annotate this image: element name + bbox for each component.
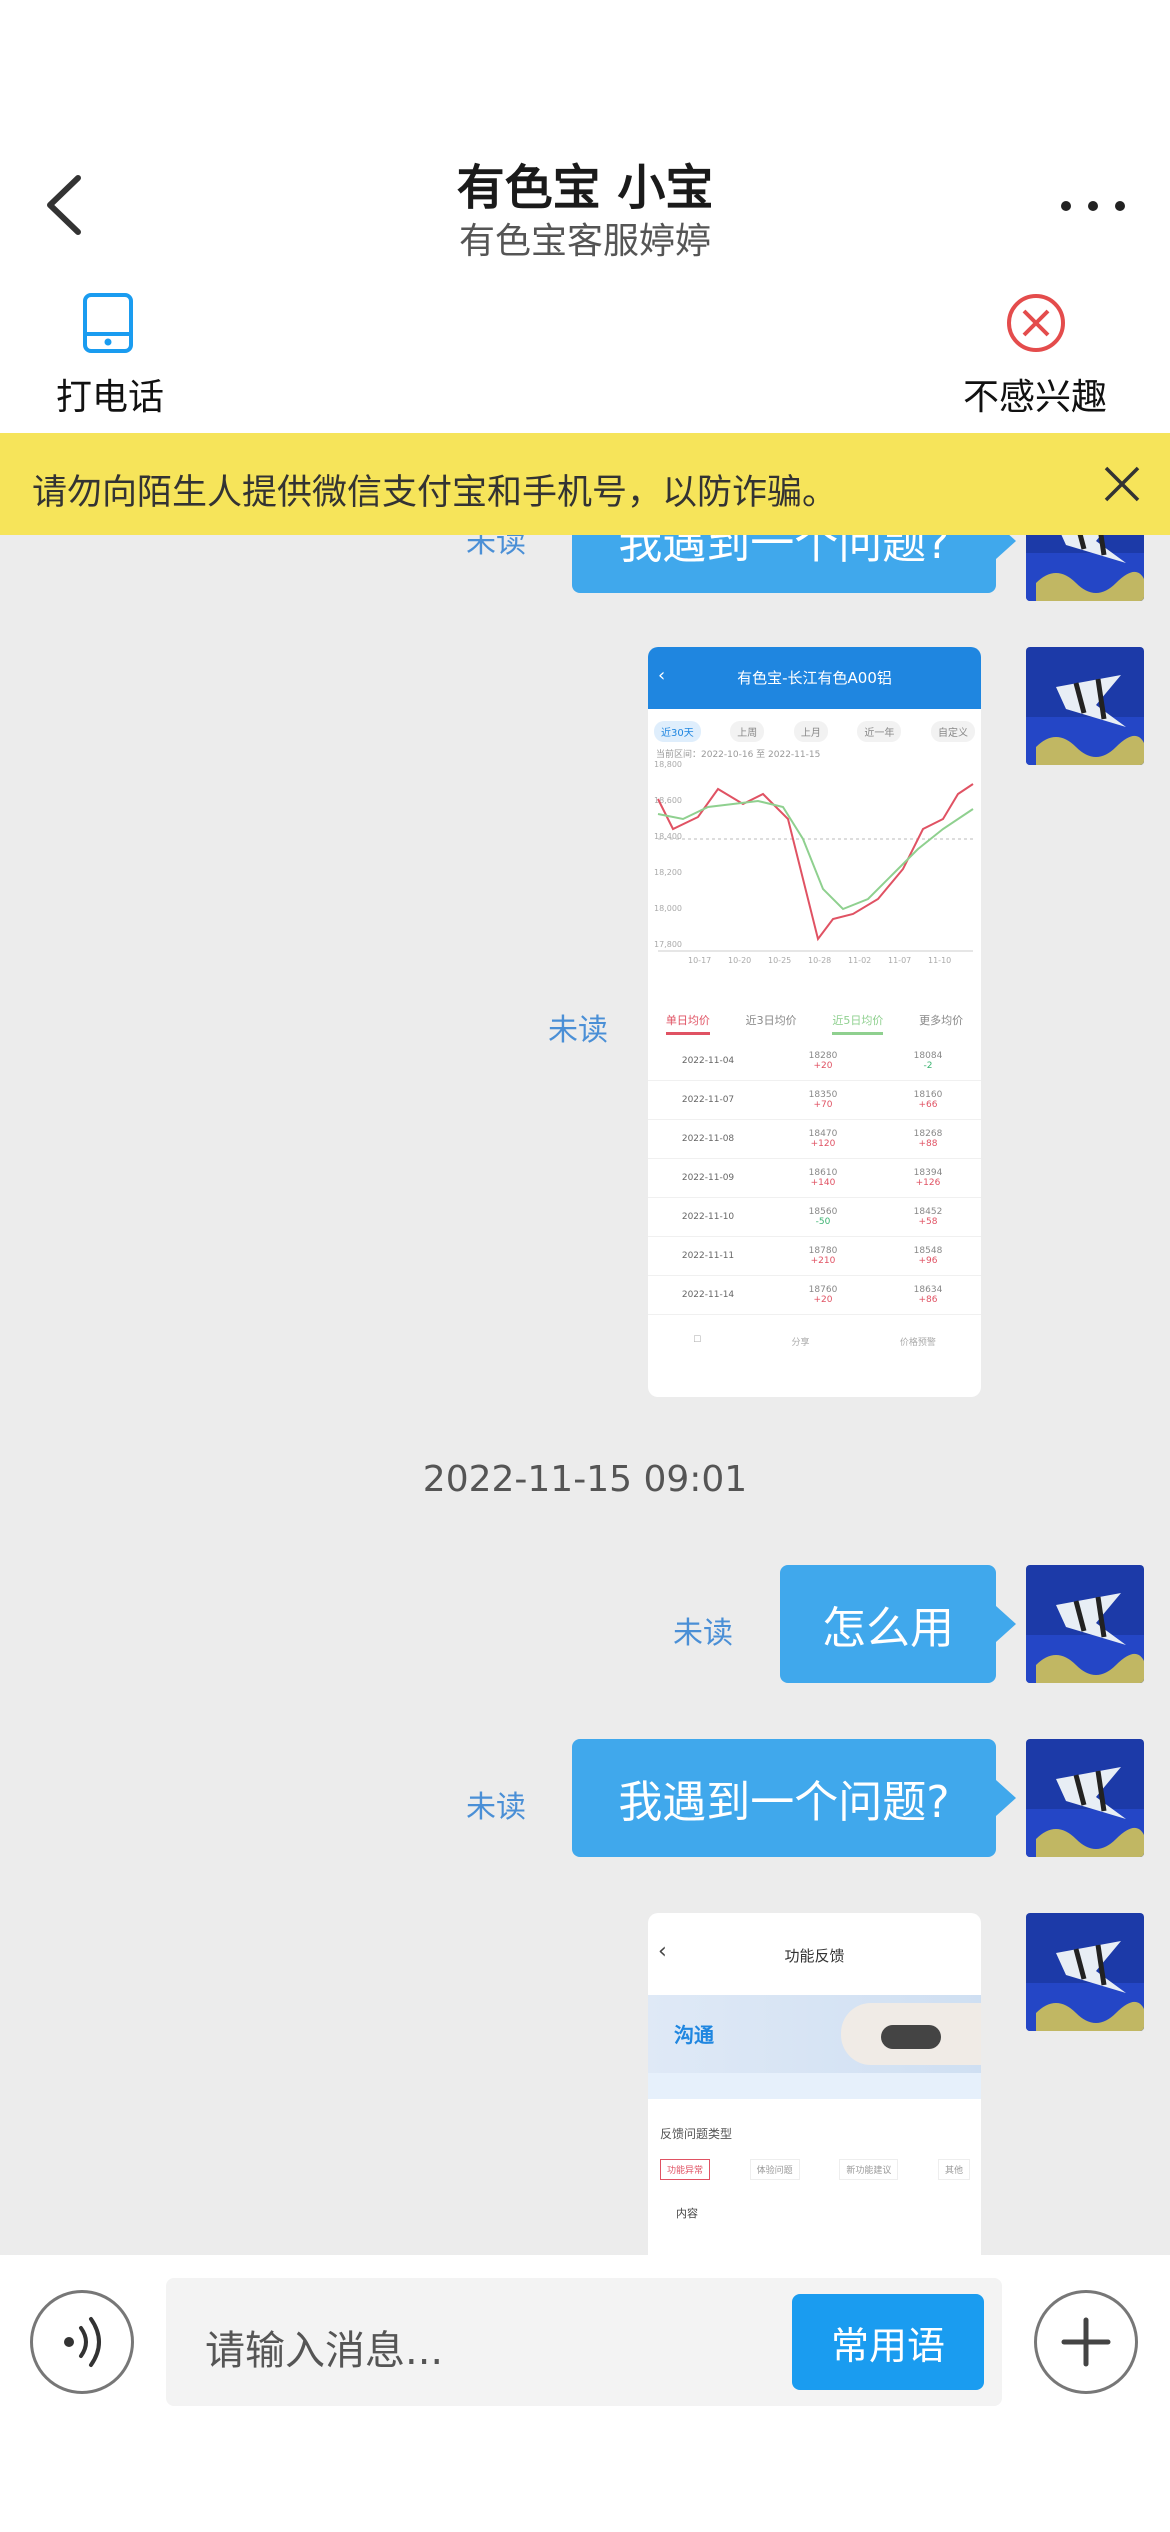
message-bubble[interactable]: 我遇到一个问题?: [572, 1739, 996, 1857]
common-phrases-button[interactable]: 常用语: [792, 2294, 984, 2390]
feedback-chips: 功能异常 体验问题 新功能建议 其他: [660, 2159, 970, 2180]
chat-area[interactable]: 未读 我遇到一个问题? 未读 ‹ 有色宝-长江有色A00铝 近30天 上周 上月…: [0, 535, 1170, 2255]
unread-status: 未读: [548, 1013, 608, 1048]
not-interested-label[interactable]: 不感兴趣: [950, 368, 1120, 420]
avatar[interactable]: [1026, 1565, 1144, 1683]
feedback-section-label: 反馈问题类型: [660, 2127, 733, 2141]
x-tick: 11-10: [928, 956, 951, 965]
more-actions-button[interactable]: [1034, 2290, 1138, 2394]
screenshot-tabs: 近30天 上周 上月 近一年 自定义: [654, 721, 975, 742]
call-button-label[interactable]: 打电话: [40, 368, 180, 420]
message-bubble[interactable]: 怎么用: [780, 1565, 996, 1683]
phone-call-icon[interactable]: [82, 292, 134, 354]
fish-avatar-icon: [1026, 535, 1144, 601]
green-price-line: [657, 799, 974, 911]
avatar[interactable]: [1026, 535, 1144, 601]
plus-icon: [1061, 2317, 1111, 2367]
message-timestamp: 2022-11-15 09:01: [422, 1459, 748, 1500]
avatar[interactable]: [1026, 1913, 1144, 2031]
y-tick: 18,800: [654, 760, 682, 769]
image-message-chart[interactable]: ‹ 有色宝-长江有色A00铝 近30天 上周 上月 近一年 自定义 当前区间：2…: [648, 647, 981, 1397]
feedback-content-label: 内容: [676, 2207, 698, 2220]
fish-avatar-icon: [1026, 1913, 1144, 2031]
chat-subtitle: 有色宝客服婷婷: [458, 221, 711, 262]
y-tick: 17,800: [654, 940, 682, 949]
fish-avatar-icon: [1026, 1565, 1144, 1683]
screenshot-table: 2022-11-04 18280 +20 18084 -2 2022-11-07 1…: [648, 1042, 981, 1315]
chat-title: 有色宝 小宝: [456, 160, 714, 216]
table-row: 2022-11-07 18350 +70 18160 +66: [648, 1081, 981, 1120]
x-tick: 11-02: [848, 956, 871, 965]
table-row: 2022-11-11 18780 +210 18548 +96: [648, 1237, 981, 1276]
feedback-hero: 沟通: [648, 1995, 981, 2073]
not-interested-icon[interactable]: [1005, 292, 1067, 354]
unread-status: 未读: [673, 1616, 733, 1651]
x-tick: 10-17: [688, 956, 711, 965]
x-tick: 11-07: [888, 956, 911, 965]
voice-button[interactable]: [30, 2290, 134, 2394]
screenshot-bottom-tabs: 单日均价 近3日均价 近5日均价 更多均价: [648, 1012, 981, 1035]
x-tick: 10-28: [808, 956, 831, 965]
unread-status: 未读: [466, 1790, 526, 1825]
screenshot-title: 有色宝-长江有色A00铝: [737, 669, 892, 687]
banner-text: 请勿向陌生人提供微信支付宝和手机号，以防诈骗。: [32, 473, 838, 513]
more-options-icon[interactable]: [1058, 196, 1128, 216]
bubble-tail: [996, 535, 1016, 559]
x-tick: 10-20: [728, 956, 751, 965]
y-tick: 18,400: [654, 832, 682, 841]
voice-icon: [64, 2317, 101, 2367]
avatar[interactable]: [1026, 1739, 1144, 1857]
message-bubble[interactable]: 我遇到一个问题?: [572, 535, 996, 593]
x-tick: 10-25: [768, 956, 791, 965]
screenshot-footer: ☐ 分享 价格预警: [693, 1335, 936, 1348]
avatar[interactable]: [1026, 647, 1144, 765]
table-row: 2022-11-10 18560 -50 18452 +58: [648, 1198, 981, 1237]
message-input-placeholder[interactable]: 请输入消息...: [205, 2318, 443, 2376]
price-chart: 18,800 18,600 18,400 18,200 18,000 17,80…: [654, 760, 974, 965]
unread-status: 未读: [466, 535, 526, 560]
feedback-notice-strip: [648, 2073, 981, 2099]
image-message-feedback[interactable]: ‹ 功能反馈 沟通 反馈问题类型 功能异常 体验问题 新功能建议 其他 内容: [648, 1913, 981, 2255]
y-tick: 18,200: [654, 868, 682, 877]
fish-avatar-icon: [1026, 647, 1144, 765]
table-row: 2022-11-09 18610 +140 18394 +126: [648, 1159, 981, 1198]
table-row: 2022-11-04 18280 +20 18084 -2: [648, 1042, 981, 1081]
close-icon[interactable]: [1100, 462, 1144, 506]
fish-avatar-icon: [1026, 1739, 1144, 1857]
bubble-tail: [996, 1780, 1016, 1816]
table-row: 2022-11-14 18760 +20 18634 +86: [648, 1276, 981, 1315]
y-tick: 18,000: [654, 904, 682, 913]
bubble-tail: [996, 1606, 1016, 1642]
table-row: 2022-11-08 18470 +120 18268 +88: [648, 1120, 981, 1159]
feedback-title: 功能反馈: [784, 1947, 845, 1965]
